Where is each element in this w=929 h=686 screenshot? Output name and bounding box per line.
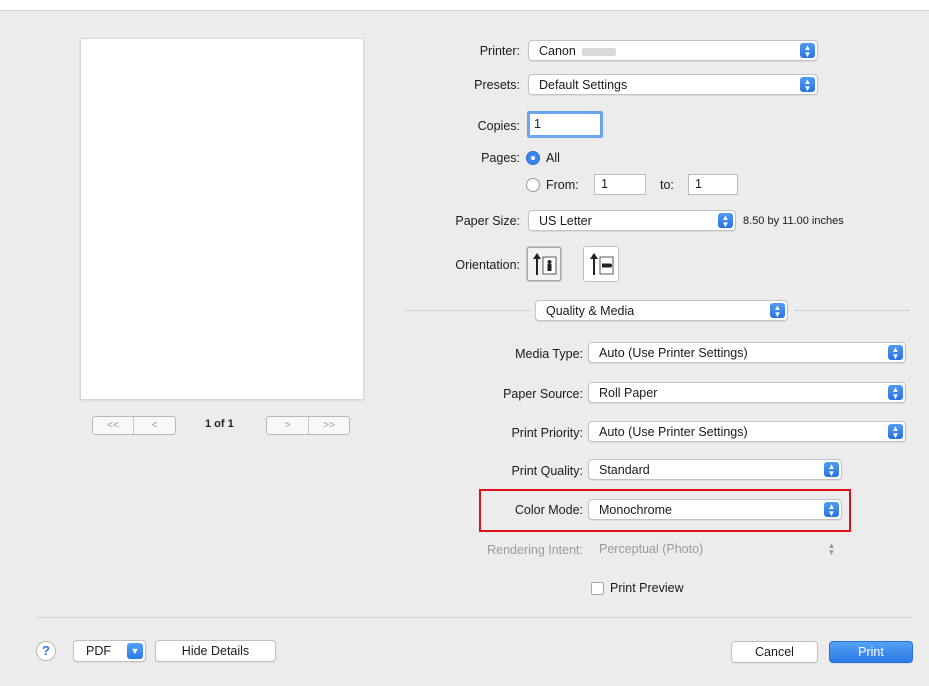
updown-chevron-icon: ▲ ▼ xyxy=(718,213,733,228)
updown-chevron-icon: ▲ ▼ xyxy=(824,502,839,517)
color-mode-value: Monochrome xyxy=(599,503,672,517)
pdf-button[interactable]: PDF ▼ xyxy=(73,640,146,662)
print-quality-value: Standard xyxy=(599,463,650,477)
help-button[interactable]: ? xyxy=(36,641,56,661)
print-priority-popup[interactable]: Auto (Use Printer Settings) ▲ ▼ xyxy=(588,421,906,442)
orientation-label: Orientation: xyxy=(455,258,520,272)
updown-chevron-icon: ▲ ▼ xyxy=(800,77,815,92)
presets-popup[interactable]: Default Settings ▲ ▼ xyxy=(528,74,818,95)
portrait-icon xyxy=(533,253,557,275)
section-value: Quality & Media xyxy=(546,304,635,318)
media-type-label: Media Type: xyxy=(515,347,583,361)
copies-input[interactable]: 1 xyxy=(527,111,603,138)
pdf-menu-chevron-icon[interactable]: ▼ xyxy=(127,643,143,659)
media-type-value: Auto (Use Printer Settings) xyxy=(599,346,748,360)
top-strip xyxy=(0,0,929,11)
paper-source-value: Roll Paper xyxy=(599,386,658,400)
color-mode-label: Color Mode: xyxy=(514,503,583,517)
section-divider-left xyxy=(405,310,531,311)
page-indicator: 1 of 1 xyxy=(205,418,234,430)
print-preview-label: Print Preview xyxy=(610,581,684,595)
pager-back-group[interactable]: << < xyxy=(92,416,176,435)
updown-chevron-icon: ▲ ▼ xyxy=(888,345,903,360)
print-priority-label: Print Priority: xyxy=(511,426,583,440)
paper-size-popup[interactable]: US Letter ▲ ▼ xyxy=(528,210,736,231)
print-quality-label: Print Quality: xyxy=(511,464,583,478)
media-type-popup[interactable]: Auto (Use Printer Settings) ▲ ▼ xyxy=(588,342,906,363)
print-priority-value: Auto (Use Printer Settings) xyxy=(599,425,748,439)
last-page-icon[interactable]: >> xyxy=(308,417,349,434)
presets-value: Default Settings xyxy=(539,78,628,92)
landscape-orientation-button[interactable] xyxy=(583,246,619,282)
pages-label: Pages: xyxy=(481,151,520,165)
print-quality-popup[interactable]: Standard ▲ ▼ xyxy=(588,459,842,480)
previous-page-icon[interactable]: < xyxy=(133,417,175,434)
paper-dimensions: 8.50 by 11.00 inches xyxy=(743,215,844,227)
pages-all-label: All xyxy=(546,151,560,165)
portrait-orientation-button[interactable] xyxy=(526,246,562,282)
copies-label: Copies: xyxy=(477,119,520,133)
cancel-button[interactable]: Cancel xyxy=(731,641,818,663)
pages-all-radio[interactable] xyxy=(526,151,540,165)
updown-chevron-icon: ▲ ▼ xyxy=(800,43,815,58)
section-popup[interactable]: Quality & Media ▲ ▼ xyxy=(535,300,788,321)
pdf-label: PDF xyxy=(86,644,111,658)
updown-chevron-icon: ▲ ▼ xyxy=(827,540,836,557)
paper-size-value: US Letter xyxy=(539,214,592,228)
presets-label: Presets: xyxy=(474,78,520,92)
print-button[interactable]: Print xyxy=(829,641,913,663)
pages-from-label: From: xyxy=(546,178,579,192)
pages-to-input[interactable]: 1 xyxy=(688,174,738,195)
printer-popup[interactable]: Canon ▲ ▼ xyxy=(528,40,818,61)
hide-details-button[interactable]: Hide Details xyxy=(155,640,276,662)
landscape-icon xyxy=(590,253,614,275)
next-page-icon[interactable]: > xyxy=(267,417,308,434)
footer-divider xyxy=(36,617,912,618)
section-divider-right xyxy=(794,310,910,311)
updown-chevron-icon: ▲ ▼ xyxy=(888,424,903,439)
page-preview xyxy=(80,38,364,400)
printer-label: Printer: xyxy=(479,44,520,58)
paper-size-label: Paper Size: xyxy=(455,214,520,228)
first-page-icon[interactable]: << xyxy=(93,417,133,434)
printer-value: Canon xyxy=(539,44,576,58)
paper-source-popup[interactable]: Roll Paper ▲ ▼ xyxy=(588,382,906,403)
updown-chevron-icon: ▲ ▼ xyxy=(770,303,785,318)
pages-to-label: to: xyxy=(660,178,674,192)
paper-source-label: Paper Source: xyxy=(503,387,583,401)
pager-forward-group[interactable]: > >> xyxy=(266,416,350,435)
rendering-intent-label: Rendering Intent: xyxy=(487,543,583,557)
rendering-intent-popup: Perceptual (Photo) ▲ ▼ xyxy=(588,538,842,559)
rendering-intent-value: Perceptual (Photo) xyxy=(599,542,704,556)
updown-chevron-icon: ▲ ▼ xyxy=(824,462,839,477)
pages-from-input[interactable]: 1 xyxy=(594,174,646,195)
color-mode-popup[interactable]: Monochrome ▲ ▼ xyxy=(588,499,842,520)
updown-chevron-icon: ▲ ▼ xyxy=(888,385,903,400)
redacted-model xyxy=(581,47,616,56)
pages-from-radio[interactable] xyxy=(526,178,540,192)
print-preview-checkbox[interactable] xyxy=(591,582,604,595)
